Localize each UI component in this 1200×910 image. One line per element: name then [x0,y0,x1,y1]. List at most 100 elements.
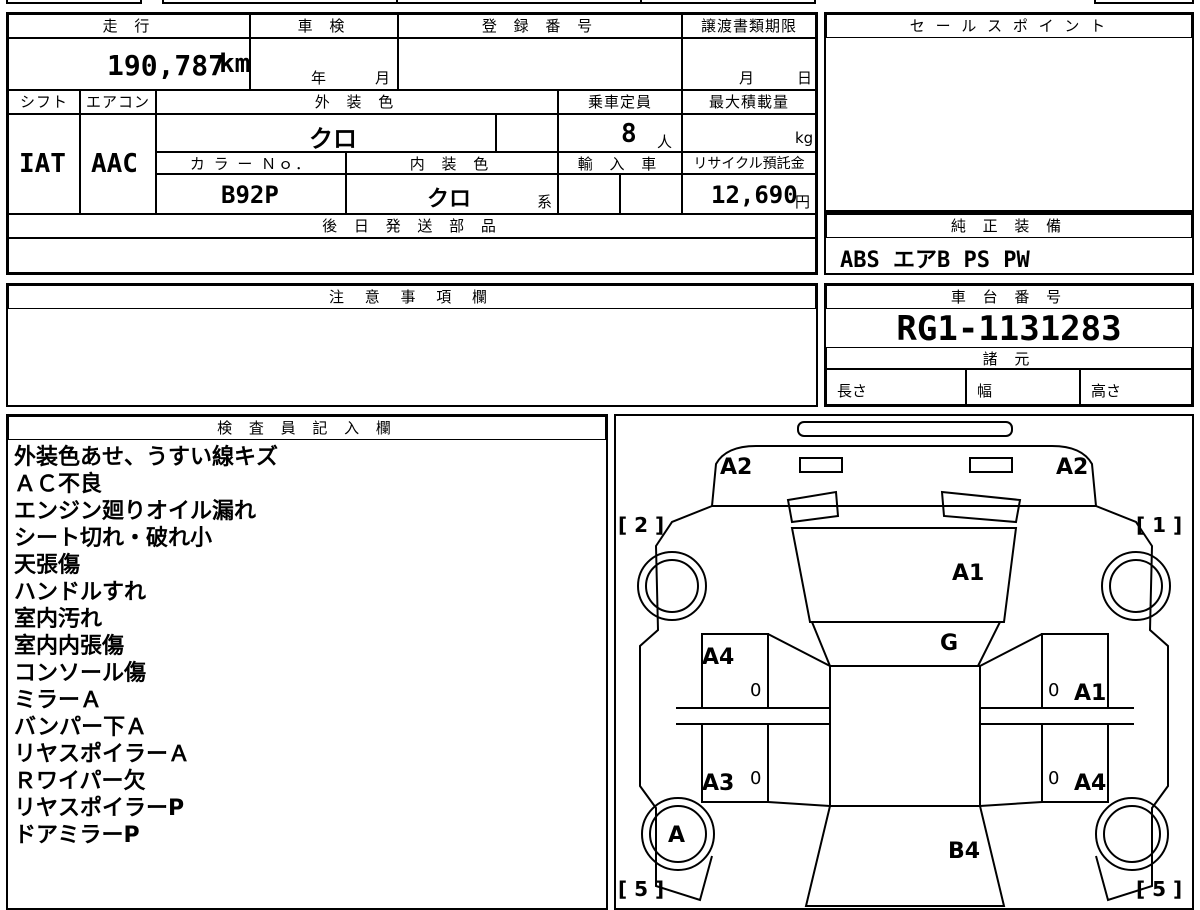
capacity-cell: 8 人 [558,114,682,152]
aircon-header: エアコン [80,90,156,114]
top-sliver-4 [640,0,816,4]
wheel-front-left [637,551,707,621]
top-sliver-1 [6,0,142,4]
shift-value: IAT [19,149,66,179]
inspector-note: 室内汚れ [14,607,103,632]
inspector-note: ハンドルすれ [14,580,147,605]
front-light-right [969,457,1013,473]
wheel-front-left-inner [645,559,699,613]
caution-panel: 注 意 事 項 欄 [6,283,818,407]
inspector-note: 室内内張傷 [14,634,125,659]
capacity-value: 8 [621,119,637,149]
exterior-color-cell: クロ [156,114,496,153]
mileage-cell: 190,787 km [8,38,250,90]
standard-equipment-value: ABS エアB PS PW [840,248,1030,273]
spec-width-cell: 幅 [966,369,1080,405]
spec-height-label: 高さ [1091,382,1122,400]
diagram-label-windshield: G [940,631,958,656]
front-bumper [710,445,1098,507]
spec-length-cell: 長さ [826,369,966,405]
door-zero-4: 0 [1048,768,1059,789]
inspection-header: 車 検 [250,14,398,38]
recycle-value: 12,690 [711,181,798,209]
diagram-label-roof: B4 [948,839,980,864]
import-sub-cell [620,174,682,214]
mark-bottom-left: [ 5 ] [618,877,664,901]
diagram-label-hood: A1 [952,561,984,586]
door-zero-2: 0 [750,768,761,789]
front-bumper-bar [797,421,1013,437]
import-header: 輸 入 車 [558,152,682,174]
inspector-note: ドアミラーP [14,823,140,848]
inspector-note: リヤスポイラーＡ [14,742,191,767]
chassis-header: 車 台 番 号 [826,285,1192,309]
roof-outline [829,665,981,807]
spec-width-label: 幅 [977,382,993,400]
top-sliver-5 [1094,0,1194,4]
inspector-panel: 検 査 員 記 入 欄 外装色あせ、うすい線キズ ＡＣ不良 エンジン廻りオイル漏れシ… [6,414,608,910]
transfer-month: 月 [739,69,755,87]
caution-header: 注 意 事 項 欄 [8,285,816,309]
top-sliver-3 [396,0,642,4]
spec-height-cell: 高さ [1080,369,1192,405]
recycle-cell: 12,690 円 [682,174,816,214]
diagram-label-front-bumper-left: A2 [720,455,752,480]
exterior-color-value: クロ [309,125,357,153]
inspector-note: Ｒワイパー欠 [14,769,146,794]
sales-point-header: セ ー ル ス ポ イ ン ト [826,14,1192,38]
chassis-value: RG1-1131283 [896,309,1122,349]
diagram-label-right-rear-door: A4 [1074,771,1106,796]
inspection-year: 年 [311,69,327,87]
standard-equipment-panel: 純 正 装 備 ABS エアB PS PW [824,212,1194,275]
mileage-unit: km [219,49,251,79]
vehicle-info-sheet: 走 行 車 検 登 録 番 号 譲渡書類期限 190,787 km 年 月 月 … [6,12,818,275]
interior-color-header: 内 装 色 [346,152,558,174]
inspector-note: ＡＣ不良 [14,472,103,497]
exterior-color-sub-cell [496,114,558,152]
shift-cell: IAT [8,114,80,214]
inspector-note: エンジン廻りオイル漏れ [14,499,257,524]
wheel-rear-right [1095,797,1169,871]
sales-point-panel: セ ー ル ス ポ イ ン ト [824,12,1194,212]
capacity-header: 乗車定員 [558,90,682,114]
transfer-header: 譲渡書類期限 [682,14,816,38]
max-load-unit: kg [795,129,814,147]
wheel-front-right [1101,551,1171,621]
capacity-unit: 人 [657,133,673,151]
inspection-month: 月 [375,69,391,87]
interior-color-cell: クロ 系 [346,174,558,214]
import-cell [558,174,620,214]
mileage-header: 走 行 [8,14,250,38]
windshield-outline [810,621,1002,667]
registration-header: 登 録 番 号 [398,14,682,38]
color-no-cell: B92P [156,174,346,214]
top-sliver-2 [162,0,398,4]
recycle-header: リサイクル預託金 [682,152,816,174]
shift-header: シフト [8,90,80,114]
front-light-left [799,457,843,473]
diagram-label-right-front-door: A1 [1074,681,1106,706]
diagram-label-wheel: A [668,823,685,848]
interior-color-value: クロ [427,187,472,212]
inspector-notes-list: 外装色あせ、うすい線キズ ＡＣ不良 エンジン廻りオイル漏れ シート切れ・破れ小 天張傷ハ… [14,444,278,849]
diagram-label-left-front-door: A4 [702,645,734,670]
wheel-front-right-inner [1109,559,1163,613]
exterior-color-header: 外 装 色 [156,90,558,114]
registration-cell [398,38,682,90]
chassis-panel: 車 台 番 号 RG1-1131283 諸 元 長さ 幅 高さ [824,283,1194,407]
mark-top-left: [ 2 ] [618,513,664,537]
inspector-header: 検 査 員 記 入 欄 [8,416,606,440]
inspection-cell: 年 月 [250,38,398,90]
door-zero-1: 0 [750,680,761,701]
door-zero-3: 0 [1048,680,1059,701]
diagram-label-left-rear-door: A3 [702,771,734,796]
inspector-note: 天張傷 [14,553,81,578]
inspector-note: リヤスポイラーP [14,796,185,821]
spec-length-label: 長さ [837,382,868,400]
inspector-note: バンパー下Ａ [14,715,148,740]
inspector-note: ミラーＡ [14,688,103,713]
color-no-value: B92P [221,181,279,209]
car-diagram: A2 A2 A1 G A4 A3 A1 A4 B4 A 0 0 0 0 [ 2 … [618,421,1182,907]
diagram-label-front-bumper-right: A2 [1056,455,1088,480]
inspector-note: コンソール傷 [14,661,147,686]
